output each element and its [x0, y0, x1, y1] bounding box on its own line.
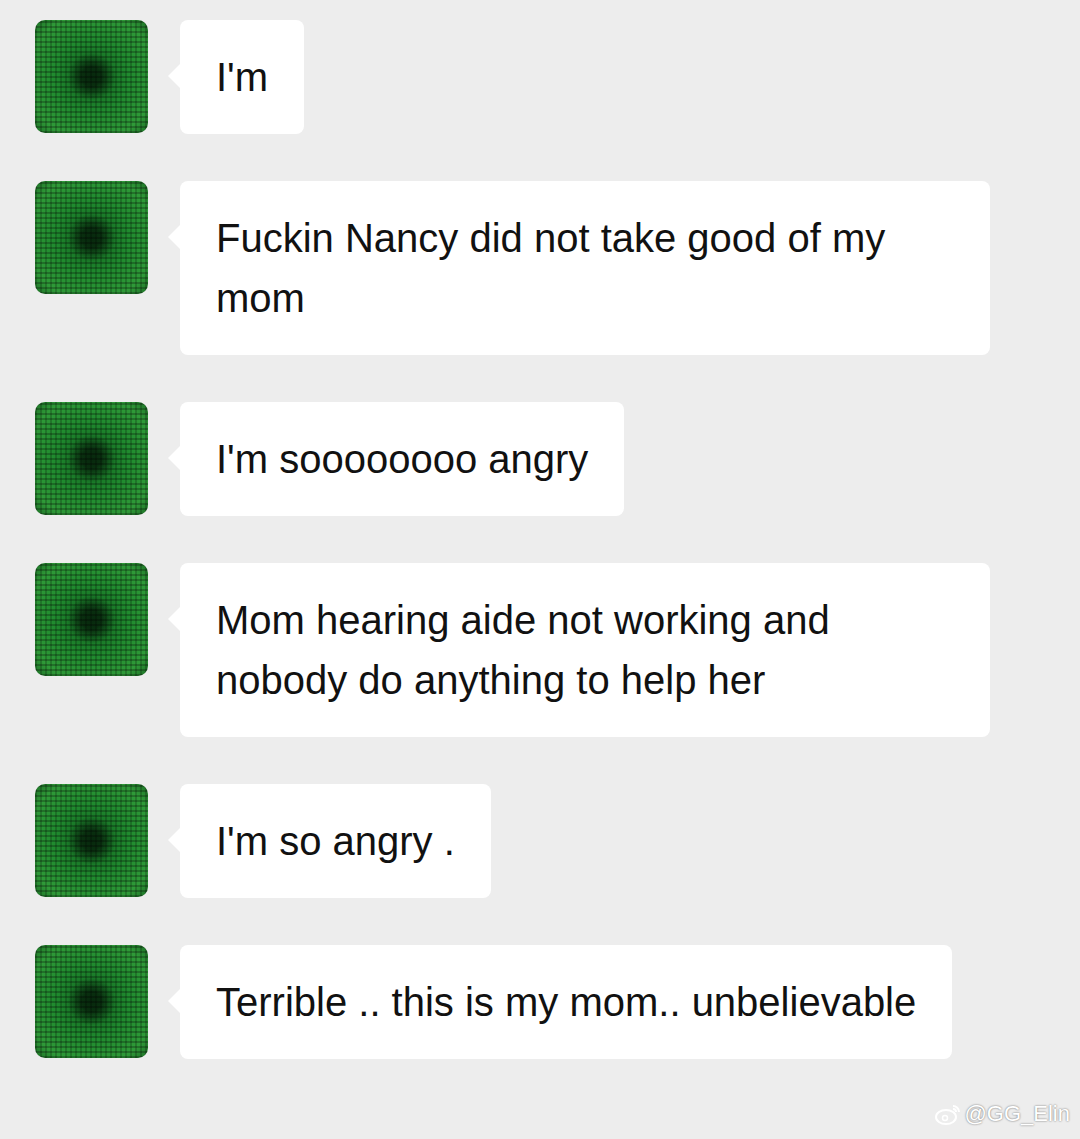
message-bubble[interactable]: Fuckin Nancy did not take good of my mom: [180, 181, 990, 355]
message-bubble[interactable]: I'm soooooooo angry: [180, 402, 624, 516]
message-bubble[interactable]: I'm so angry .: [180, 784, 491, 898]
message-row: I'm: [35, 20, 1080, 134]
message-bubble[interactable]: Mom hearing aide not working and nobody …: [180, 563, 990, 737]
weibo-icon: [935, 1103, 961, 1125]
avatar-icon[interactable]: [35, 784, 148, 897]
message-row: I'm soooooooo angry: [35, 402, 1080, 516]
avatar-icon[interactable]: [35, 945, 148, 1058]
avatar-icon[interactable]: [35, 20, 148, 133]
message-bubble[interactable]: Terrible .. this is my mom.. unbelievabl…: [180, 945, 952, 1059]
watermark: @GG_Elin: [935, 1101, 1070, 1127]
message-row: Fuckin Nancy did not take good of my mom: [35, 181, 1080, 355]
avatar-icon[interactable]: [35, 402, 148, 515]
message-bubble[interactable]: I'm: [180, 20, 304, 134]
message-row: Mom hearing aide not working and nobody …: [35, 563, 1080, 737]
message-row: I'm so angry .: [35, 784, 1080, 898]
avatar-icon[interactable]: [35, 181, 148, 294]
chat-view: I'm Fuckin Nancy did not take good of my …: [0, 0, 1080, 1139]
message-row: Terrible .. this is my mom.. unbelievabl…: [35, 945, 1080, 1059]
avatar-icon[interactable]: [35, 563, 148, 676]
